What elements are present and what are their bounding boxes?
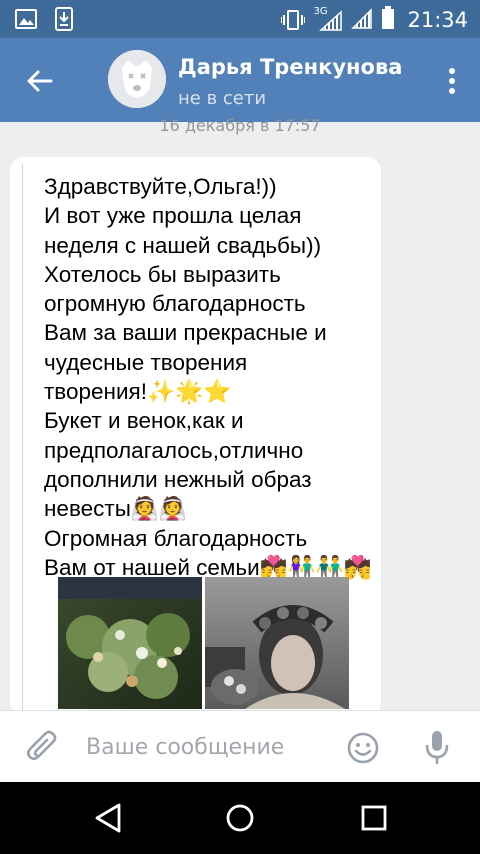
- bride-wreath-photo[interactable]: [205, 577, 349, 709]
- smiley-icon: [347, 732, 379, 764]
- gallery-icon: [14, 7, 38, 31]
- more-vertical-icon: [449, 68, 455, 94]
- date-separator: 16 декабря в 17:57: [159, 116, 321, 135]
- signal-icon: [351, 6, 373, 34]
- contact-status: не в сети: [178, 88, 267, 109]
- message-text: Здравствуйте,Ольга!)) И вот уже прошла ц…: [44, 174, 372, 580]
- clock: 21:34: [407, 8, 468, 32]
- system-recents-button[interactable]: [352, 798, 396, 838]
- battery-icon: [381, 6, 395, 34]
- attach-button[interactable]: [26, 729, 60, 765]
- bouquet-photo[interactable]: [58, 577, 202, 709]
- square-recents-icon: [361, 805, 387, 831]
- microphone-icon: [425, 731, 449, 764]
- emoji-button[interactable]: [346, 731, 380, 765]
- arrow-left-icon: [27, 70, 53, 92]
- default-dog-avatar-icon: [108, 50, 166, 108]
- voice-message-button[interactable]: [424, 729, 450, 767]
- avatar[interactable]: [108, 50, 166, 108]
- vibrate-icon: [281, 8, 306, 32]
- message-input-bar: [0, 710, 480, 783]
- message-thread-line: [22, 164, 39, 724]
- system-home-button[interactable]: [218, 798, 262, 838]
- chat-header: Дарья Тренкунова не в сети: [0, 38, 480, 122]
- system-nav-bar: [0, 782, 480, 854]
- status-bar: 3G 21:34: [0, 0, 480, 38]
- more-menu-button[interactable]: [442, 64, 462, 98]
- download-icon: [52, 7, 76, 31]
- message-input[interactable]: [86, 731, 326, 763]
- circle-home-icon: [226, 804, 254, 832]
- contact-name[interactable]: Дарья Тренкунова: [178, 55, 402, 79]
- back-button[interactable]: [14, 56, 64, 106]
- triangle-back-icon: [95, 803, 121, 833]
- system-back-button[interactable]: [86, 798, 130, 838]
- paperclip-icon: [26, 730, 57, 761]
- signal-icon: 3G: [313, 6, 343, 32]
